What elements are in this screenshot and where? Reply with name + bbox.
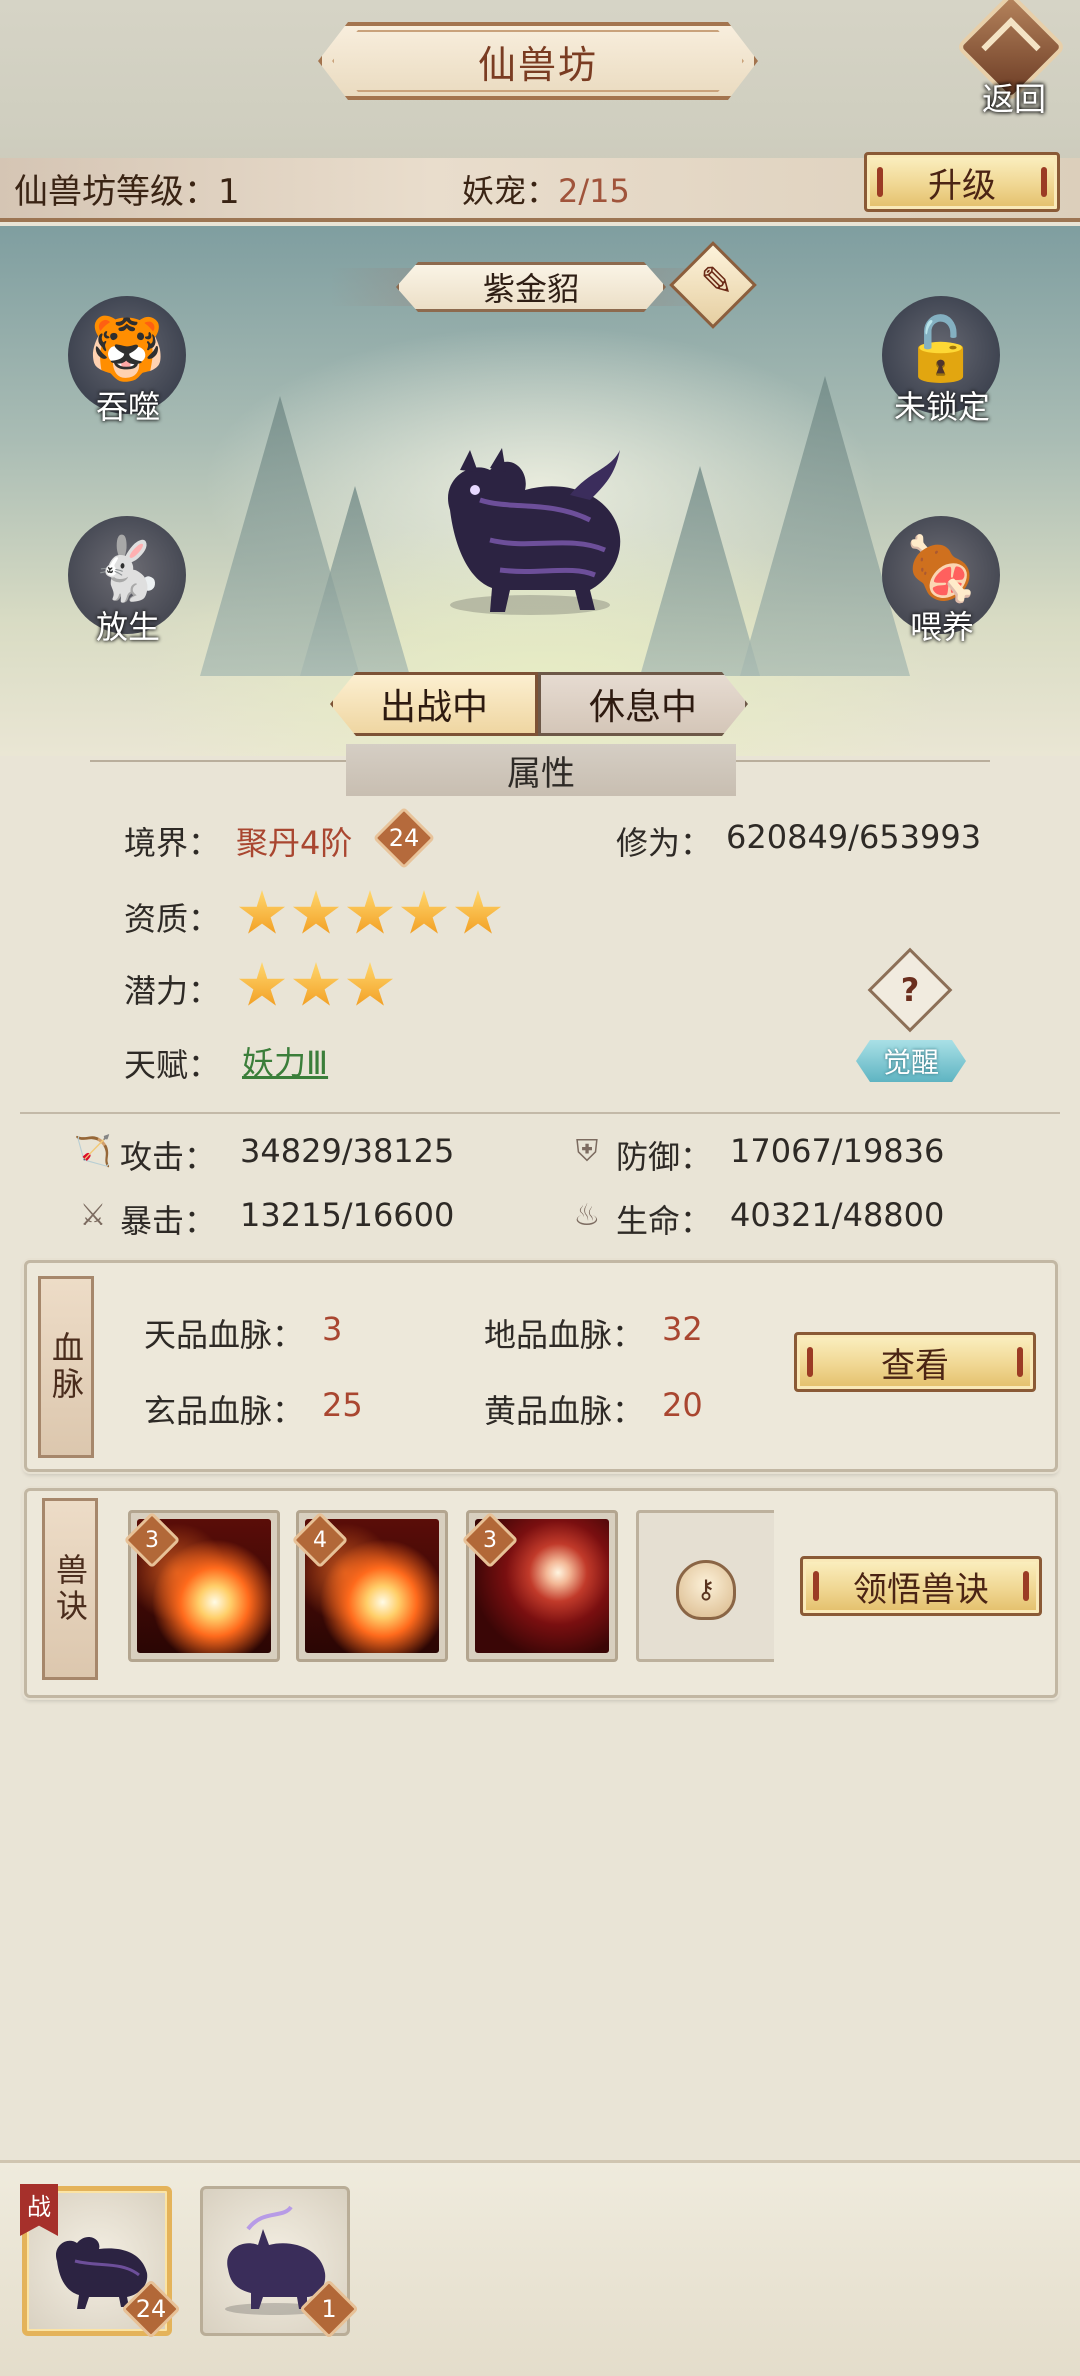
page-title: 仙兽坊 [477, 42, 598, 87]
skill-level-text: 3 [483, 1527, 497, 1553]
battle-flag-text: 战 [27, 2192, 51, 2221]
feed-label[interactable]: 喂养 [862, 602, 1022, 648]
mystic-bloodline-value: 25 [322, 1386, 363, 1424]
workshop-level: 仙兽坊等级：1 [14, 164, 240, 213]
view-bloodline-button[interactable]: 查看 [794, 1332, 1036, 1392]
bloodline-tab: 血脉 [38, 1276, 94, 1458]
attack-value: 34829/38125 [240, 1132, 455, 1170]
purple-marten-creature [448, 448, 621, 615]
aptitude-label: 资质： [124, 900, 221, 938]
talent-link[interactable]: 妖力Ⅲ [242, 1038, 328, 1084]
lock-icon: ⚷ [676, 1560, 736, 1620]
comprehend-skill-button[interactable]: 领悟兽诀 [800, 1556, 1042, 1616]
star-icon [454, 890, 502, 934]
pet-count-label: 妖宠： [462, 172, 559, 210]
question-icon[interactable]: ? [880, 960, 940, 1020]
aptitude-stars [238, 890, 518, 942]
cultivation-label: 修为： [616, 824, 713, 862]
workshop-level-value: 1 [218, 172, 240, 212]
star-icon [346, 890, 394, 934]
heaven-bloodline-value: 3 [322, 1310, 343, 1348]
yellow-bloodline-value: 20 [662, 1386, 703, 1424]
flame-icon: ♨ [573, 1197, 601, 1233]
pet-count-value: 2/15 [558, 172, 630, 210]
potential-label: 潜力： [124, 972, 221, 1010]
star-icon [292, 962, 340, 1006]
potential-stars [238, 962, 518, 1014]
star-icon [400, 890, 448, 934]
bow-icon: 🏹 [74, 1133, 112, 1169]
tab-deployed[interactable]: 出战中 [330, 672, 538, 736]
yellow-bloodline-label: 黄品血脉： [484, 1392, 645, 1430]
defense-label: 防御： [616, 1138, 713, 1176]
pen-icon[interactable]: ✎ [700, 258, 734, 306]
heaven-bloodline-label: 天品血脉： [144, 1316, 305, 1354]
tab-resting[interactable]: 休息中 [538, 672, 748, 736]
star-icon [346, 962, 394, 1006]
realm-label: 境界： [124, 824, 221, 862]
mountain-3 [640, 466, 760, 676]
stats-divider [20, 1112, 1060, 1114]
cultivation-value: 620849/653993 [726, 818, 982, 856]
star-icon [292, 890, 340, 934]
pet-name: 紫金貂 [482, 270, 579, 308]
release-label[interactable]: 放生 [48, 602, 208, 648]
workshop-level-label: 仙兽坊等级： [14, 172, 218, 212]
hp-label: 生命： [616, 1202, 713, 1240]
realm-value: 聚丹4阶 [236, 824, 353, 862]
pet-level-text: 24 [135, 2295, 167, 2323]
devour-label[interactable]: 吞噬 [48, 382, 208, 428]
skill-level-text: 3 [145, 1527, 159, 1553]
upgrade-button[interactable]: 升级 [864, 152, 1060, 212]
attack-label: 攻击： [120, 1138, 217, 1176]
realm-level-badge-text: 24 [388, 824, 420, 852]
hp-value: 40321/48800 [730, 1196, 945, 1234]
crit-label: 暴击： [120, 1202, 217, 1240]
pet-count: 妖宠：2/15 [462, 166, 630, 212]
shield-icon: ⛨ [575, 1133, 599, 1169]
lock-label[interactable]: 未锁定 [862, 382, 1022, 428]
attribute-section-title: 属性 [346, 744, 736, 796]
pet-level-text: 1 [321, 2295, 337, 2323]
back-label[interactable]: 返回 [962, 74, 1066, 120]
sword-icon: ⚔ [79, 1197, 107, 1233]
skill-tab: 兽诀 [42, 1498, 98, 1680]
skill-level-text: 4 [313, 1527, 327, 1553]
star-icon [238, 962, 286, 1006]
crit-value: 13215/16600 [240, 1196, 455, 1234]
awaken-button[interactable]: 觉醒 [856, 1040, 966, 1082]
defense-value: 17067/19836 [730, 1132, 945, 1170]
star-icon [238, 890, 286, 934]
talent-label: 天赋： [124, 1046, 221, 1084]
earth-bloodline-label: 地品血脉： [484, 1316, 645, 1354]
mystic-bloodline-label: 玄品血脉： [144, 1392, 305, 1430]
earth-bloodline-value: 32 [662, 1310, 703, 1348]
